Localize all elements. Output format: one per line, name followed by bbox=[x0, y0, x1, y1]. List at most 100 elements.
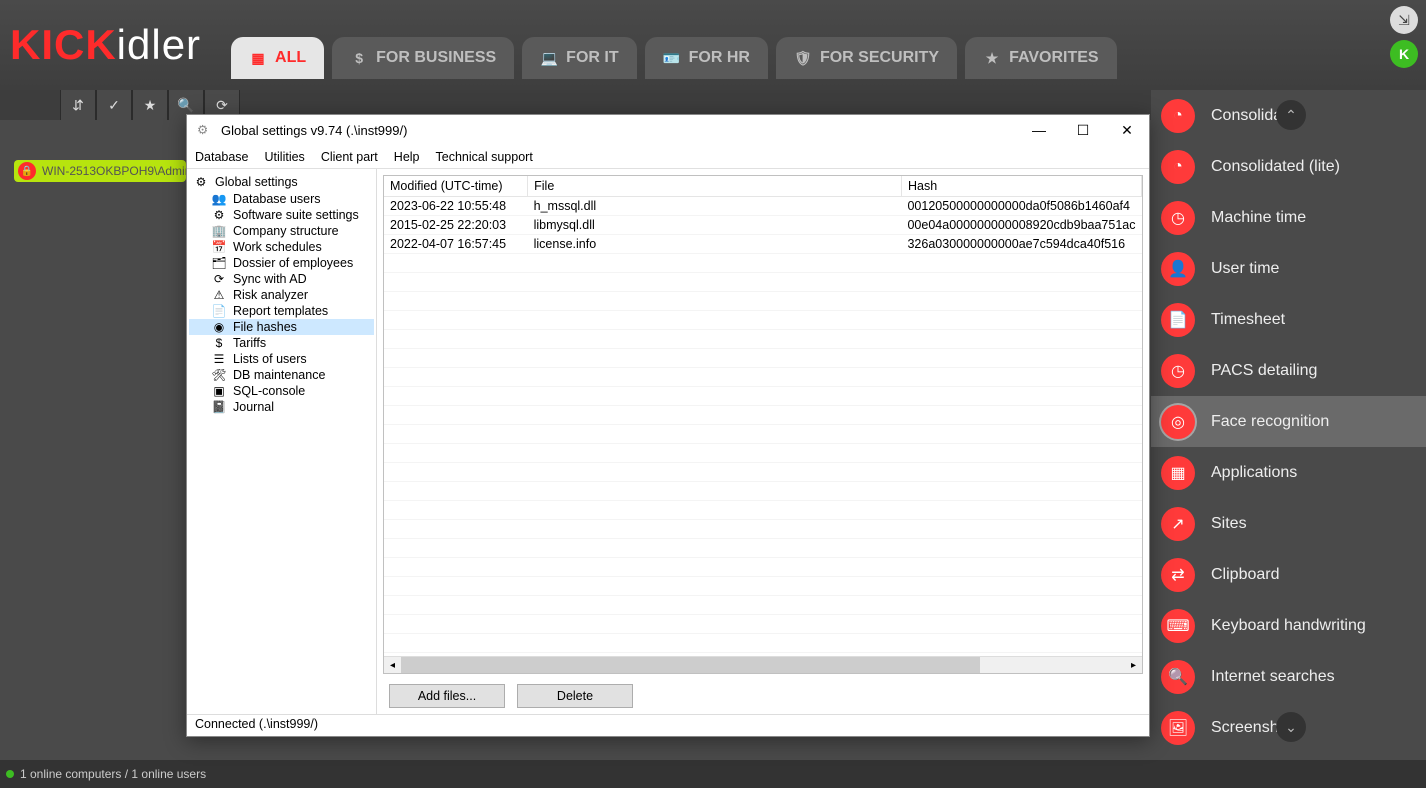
tree-item-journal[interactable]: 📓Journal bbox=[189, 399, 374, 415]
feature-internet-searches[interactable]: 🔍Internet searches bbox=[1151, 651, 1426, 702]
minimize-button[interactable]: — bbox=[1017, 115, 1061, 145]
statusbar: 1 online computers / 1 online users bbox=[0, 760, 1426, 788]
add-files-button[interactable]: Add files... bbox=[389, 684, 505, 708]
window-titlebar[interactable]: ⚙ Global settings v9.74 (.\inst999/) — ☐… bbox=[187, 115, 1149, 145]
table-row-empty bbox=[384, 406, 1142, 425]
dossier-of-employees-icon: 🗂 bbox=[211, 256, 227, 270]
scroll-left-icon[interactable]: ◂ bbox=[384, 657, 401, 674]
feature-sites[interactable]: ↗Sites bbox=[1151, 498, 1426, 549]
window-menubar: Database Utilities Client part Help Technica… bbox=[187, 145, 1149, 169]
tree-item-work-schedules[interactable]: 📅Work schedules bbox=[189, 239, 374, 255]
tree-item-tariffs[interactable]: $Tariffs bbox=[189, 335, 374, 351]
settings-main: Modified (UTC-time)FileHash 2023-06-22 1… bbox=[377, 169, 1149, 714]
top-right-icons: ⇲ K bbox=[1390, 6, 1418, 68]
toolbar-button-0[interactable]: ⇵ bbox=[60, 90, 96, 120]
feature-consolidated-lite-[interactable]: ◔ Consolidated (lite) bbox=[1151, 141, 1426, 192]
cell-file: h_mssql.dll bbox=[528, 197, 902, 216]
lists-of-users-icon: ☰ bbox=[211, 352, 227, 366]
tab-favorites[interactable]: ★FAVORITES bbox=[965, 37, 1117, 79]
column-modified-utc-time-[interactable]: Modified (UTC-time) bbox=[384, 176, 528, 197]
tab-label: ALL bbox=[275, 49, 306, 67]
feature-label: PACS detailing bbox=[1211, 362, 1317, 380]
maximize-button[interactable]: ☐ bbox=[1061, 115, 1105, 145]
menu-help[interactable]: Help bbox=[394, 150, 420, 164]
host-pill[interactable]: 🔒 WIN-2513OKBPOH9\Admin bbox=[14, 160, 186, 182]
tree-item-lists-of-users[interactable]: ☰ Lists of users bbox=[189, 351, 374, 367]
scroll-right-icon[interactable]: ▸ bbox=[1125, 657, 1142, 674]
menu-database[interactable]: Database bbox=[195, 150, 249, 164]
tree-item-risk-analyzer[interactable]: ⚠Risk analyzer bbox=[189, 287, 374, 303]
online-dot-icon bbox=[6, 770, 14, 778]
tree-item-report-templates[interactable]: 📄Report templates bbox=[189, 303, 374, 319]
column-hash[interactable]: Hash bbox=[901, 176, 1141, 197]
tree-label: DB maintenance bbox=[233, 368, 325, 382]
tab-all[interactable]: ▦ALL bbox=[231, 37, 324, 79]
close-button[interactable]: ✕ bbox=[1105, 115, 1149, 145]
tree-item-software-suite-settings[interactable]: ⚙Software suite settings bbox=[189, 207, 374, 223]
tree-item-dossier-of-employees[interactable]: 🗂Dossier of employees bbox=[189, 255, 374, 271]
feature-keyboard-handwriting[interactable]: ⌨Keyboard handwriting bbox=[1151, 600, 1426, 651]
tree-label: Lists of users bbox=[233, 352, 307, 366]
tab-label: FOR BUSINESS bbox=[376, 49, 496, 67]
panel-scroll-up[interactable]: ⌃ bbox=[1276, 100, 1306, 130]
logout-icon[interactable]: ⇲ bbox=[1390, 6, 1418, 34]
table-row-empty bbox=[384, 254, 1142, 273]
toolbar-button-2[interactable]: ★ bbox=[132, 90, 168, 120]
tree-item-file-hashes[interactable]: ◉File hashes bbox=[189, 319, 374, 335]
file-hashes-table-area[interactable]: Modified (UTC-time)FileHash 2023-06-22 1… bbox=[384, 176, 1142, 656]
scroll-thumb[interactable] bbox=[401, 657, 980, 674]
feature-user-time[interactable]: 👤User time bbox=[1151, 243, 1426, 294]
tab-for-hr[interactable]: 🪪FOR HR bbox=[645, 37, 768, 79]
file-hashes-table-wrap: Modified (UTC-time)FileHash 2023-06-22 1… bbox=[383, 175, 1143, 674]
tree-label: SQL-console bbox=[233, 384, 305, 398]
tree-item-sql-console[interactable]: ▣SQL-console bbox=[189, 383, 374, 399]
menu-technical-support[interactable]: Technical support bbox=[436, 150, 533, 164]
feature-machine-time[interactable]: ◷Machine time bbox=[1151, 192, 1426, 243]
menu-client-part[interactable]: Client part bbox=[321, 150, 378, 164]
report-templates-icon: 📄 bbox=[211, 304, 227, 318]
tab-for-it[interactable]: 💻FOR IT bbox=[522, 37, 636, 79]
table-row[interactable]: 2023-06-22 10:55:48h_mssql.dll0012050000… bbox=[384, 197, 1142, 216]
table-horizontal-scrollbar[interactable]: ◂ ▸ bbox=[384, 656, 1142, 673]
consolidated-lite--icon: ◔ bbox=[1161, 150, 1195, 184]
toolbar-button-1[interactable]: ✓ bbox=[96, 90, 132, 120]
tree-item-database-users[interactable]: 👥Database users bbox=[189, 191, 374, 207]
window-status: Connected (.\inst999/) bbox=[187, 714, 1149, 736]
company-structure-icon: 🏢 bbox=[211, 224, 227, 238]
right-feature-panel: ⌃ ◔Consolidated◔Consolidated (lite)◷Mach… bbox=[1151, 90, 1426, 750]
tree-item-db-maintenance[interactable]: 🛠DB maintenance bbox=[189, 367, 374, 383]
tree-root[interactable]: ⚙ Global settings bbox=[189, 173, 374, 191]
host-label: WIN-2513OKBPOH9\Admin bbox=[42, 164, 186, 178]
tab-for-business[interactable]: $FOR BUSINESS bbox=[332, 37, 514, 79]
feature-label: Internet searches bbox=[1211, 668, 1335, 686]
feature-applications[interactable]: ▦Applications bbox=[1151, 447, 1426, 498]
kickidler-status-icon[interactable]: K bbox=[1390, 40, 1418, 68]
tree-item-company-structure[interactable]: 🏢Company structure bbox=[189, 223, 374, 239]
feature-label: Consolidated (lite) bbox=[1211, 158, 1340, 176]
screenshots-icon: 🖼 bbox=[1161, 711, 1195, 745]
feature-clipboard[interactable]: ⇄Clipboard bbox=[1151, 549, 1426, 600]
table-row[interactable]: 2015-02-25 22:20:03libmysql.dll00e04a000… bbox=[384, 216, 1142, 235]
tab-for-security[interactable]: 🛡FOR SECURITY bbox=[776, 37, 957, 79]
consolidated-icon: ◔ bbox=[1161, 99, 1195, 133]
tree-label: Journal bbox=[233, 400, 274, 414]
feature-pacs-detailing[interactable]: ◷PACS detailing bbox=[1151, 345, 1426, 396]
cell-file: libmysql.dll bbox=[528, 216, 902, 235]
panel-scroll-down[interactable]: ⌄ bbox=[1276, 712, 1306, 742]
feature-face-recognition[interactable]: ◎Face recognition bbox=[1151, 396, 1426, 447]
menu-utilities[interactable]: Utilities bbox=[265, 150, 305, 164]
status-text: 1 online computers / 1 online users bbox=[20, 767, 206, 781]
table-row-empty bbox=[384, 425, 1142, 444]
column-file[interactable]: File bbox=[528, 176, 902, 197]
feature-label: User time bbox=[1211, 260, 1279, 278]
tree-item-sync-with-ad[interactable]: ⟳Sync with AD bbox=[189, 271, 374, 287]
table-row[interactable]: 2022-04-07 16:57:45license.info326a03000… bbox=[384, 235, 1142, 254]
tree-label: Database users bbox=[233, 192, 321, 206]
feature-timesheet[interactable]: 📄Timesheet bbox=[1151, 294, 1426, 345]
feature-label: Timesheet bbox=[1211, 311, 1285, 329]
work-schedules-icon: 📅 bbox=[211, 240, 227, 254]
cell-modified: 2015-02-25 22:20:03 bbox=[384, 216, 528, 235]
table-row-empty bbox=[384, 539, 1142, 558]
delete-button[interactable]: Delete bbox=[517, 684, 633, 708]
tree-label: File hashes bbox=[233, 320, 297, 334]
